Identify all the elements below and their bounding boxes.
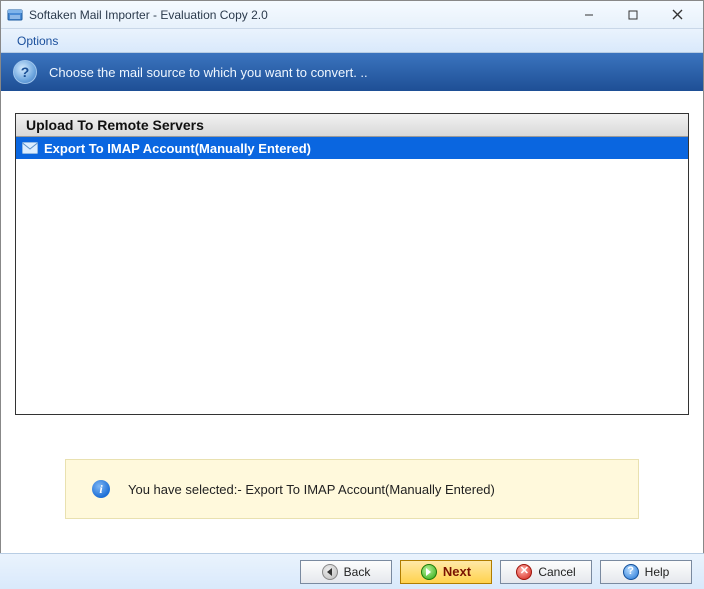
window-title: Softaken Mail Importer - Evaluation Copy… — [29, 8, 567, 22]
header-text: Choose the mail source to which you want… — [49, 65, 368, 80]
back-button-label: Back — [344, 565, 371, 579]
next-button[interactable]: Next — [400, 560, 492, 584]
app-icon — [7, 7, 23, 23]
list-item-export-imap[interactable]: Export To IMAP Account(Manually Entered) — [16, 137, 688, 159]
info-text: You have selected:- Export To IMAP Accou… — [128, 482, 495, 497]
help-icon: ? — [623, 564, 639, 580]
window-controls — [567, 2, 699, 28]
back-button[interactable]: Back — [300, 560, 392, 584]
menu-bar: Options — [1, 29, 703, 53]
info-icon: i — [92, 480, 110, 498]
source-list-panel: Upload To Remote Servers Export To IMAP … — [15, 113, 689, 415]
help-button[interactable]: ? Help — [600, 560, 692, 584]
next-button-label: Next — [443, 564, 471, 579]
close-button[interactable] — [655, 2, 699, 28]
list-item-label: Export To IMAP Account(Manually Entered) — [44, 141, 311, 156]
section-header: Upload To Remote Servers — [16, 114, 688, 137]
footer-bar: Back Next ✕ Cancel ? Help — [0, 553, 704, 589]
cancel-button[interactable]: ✕ Cancel — [500, 560, 592, 584]
cancel-button-label: Cancel — [538, 565, 575, 579]
arrow-right-icon — [421, 564, 437, 580]
maximize-button[interactable] — [611, 2, 655, 28]
menu-options[interactable]: Options — [11, 32, 64, 50]
arrow-left-icon — [322, 564, 338, 580]
cancel-icon: ✕ — [516, 564, 532, 580]
title-bar: Softaken Mail Importer - Evaluation Copy… — [1, 1, 703, 29]
header-band: ? Choose the mail source to which you wa… — [1, 53, 703, 91]
content-area: Upload To Remote Servers Export To IMAP … — [1, 91, 703, 527]
question-icon: ? — [13, 60, 37, 84]
help-button-label: Help — [645, 565, 670, 579]
minimize-button[interactable] — [567, 2, 611, 28]
mail-icon — [22, 140, 38, 156]
info-strip: i You have selected:- Export To IMAP Acc… — [65, 459, 639, 519]
